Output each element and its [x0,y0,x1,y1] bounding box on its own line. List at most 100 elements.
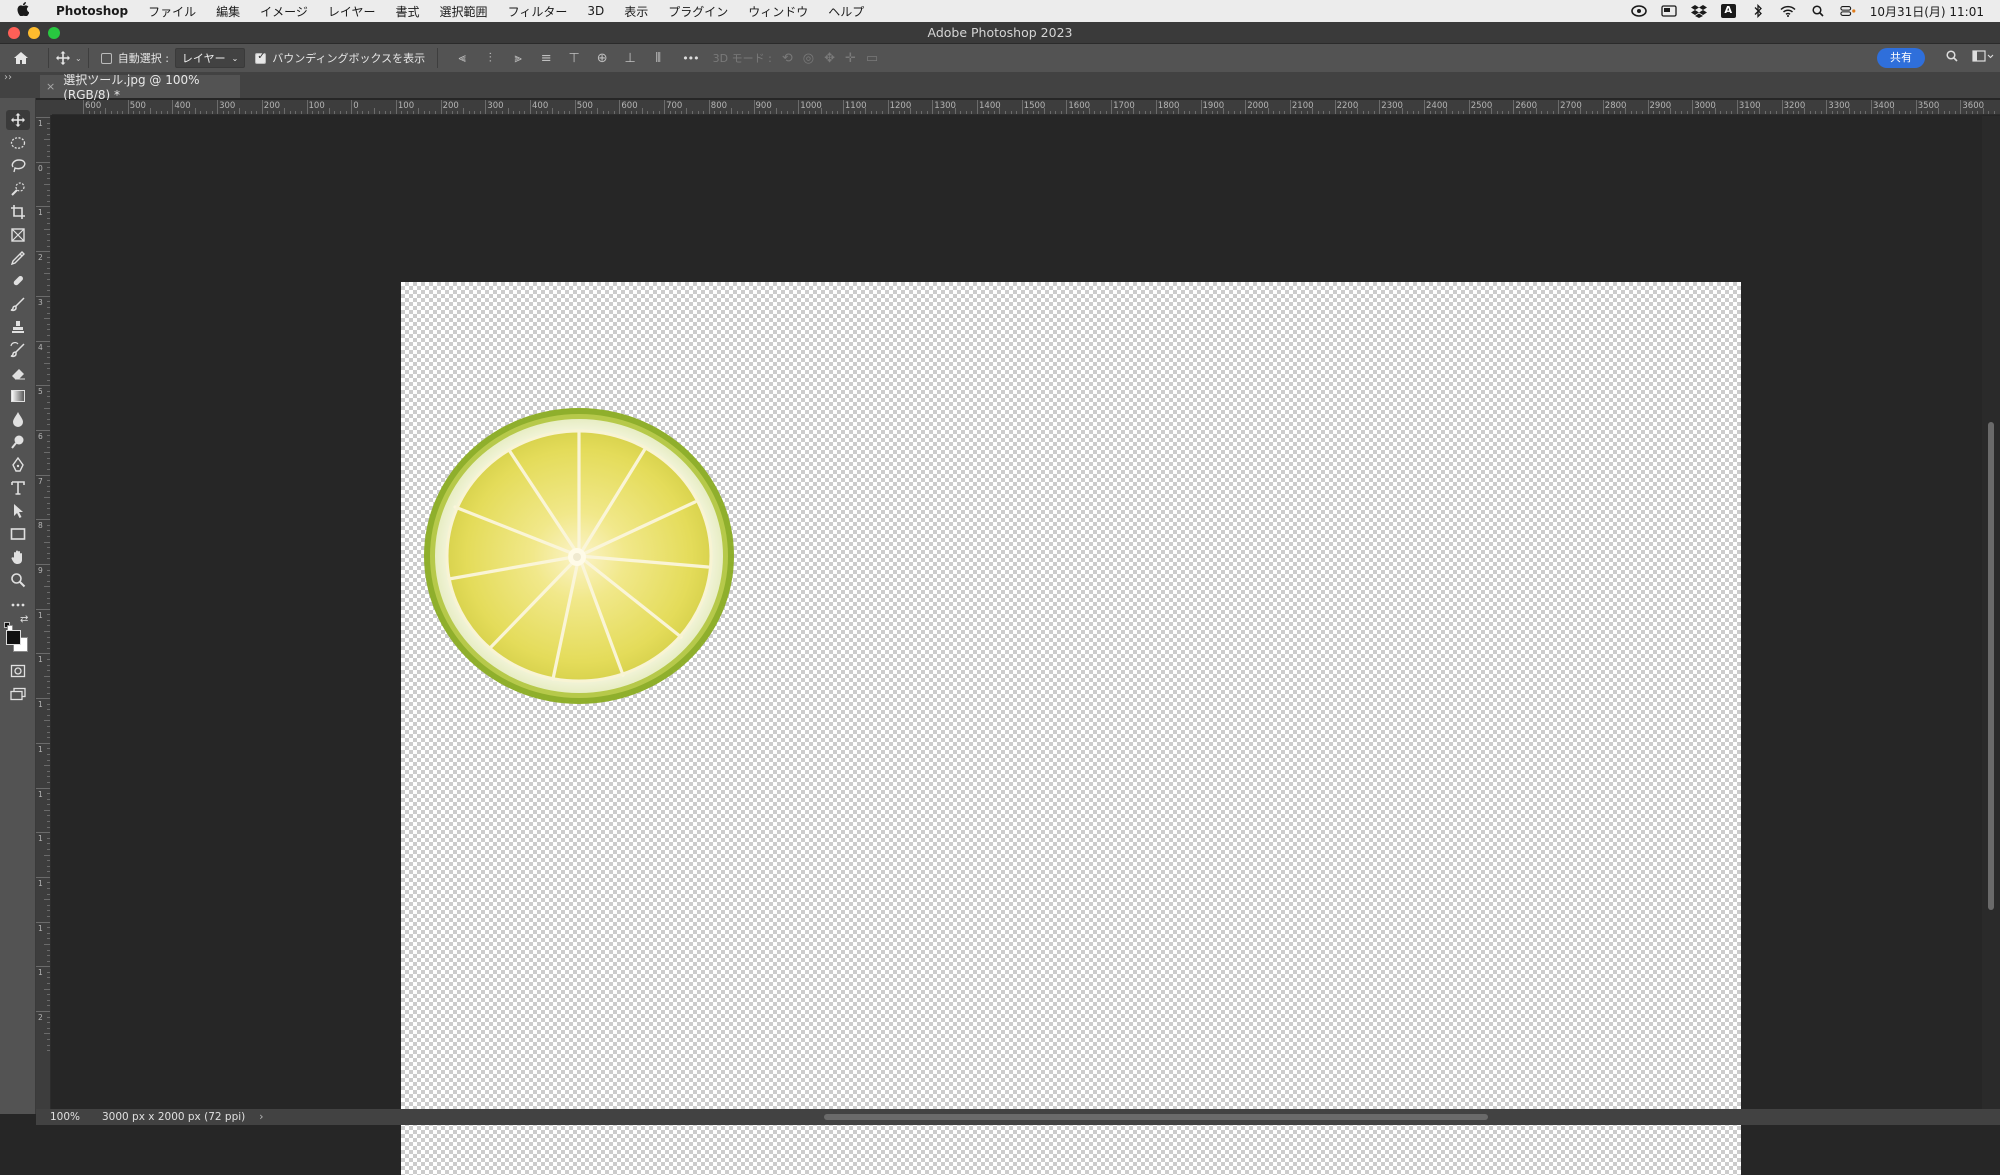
more-options-button[interactable]: ••• [682,52,698,65]
default-colors-icon[interactable] [4,616,13,625]
vertical-scroll-thumb[interactable] [1988,422,1994,910]
ruler-minor-tick [47,972,50,973]
search-icon[interactable] [1946,50,1958,66]
3d-camera-icon[interactable]: ▭ [866,51,878,66]
creative-cloud-icon[interactable] [1631,4,1647,18]
elliptical-marquee-icon[interactable] [6,133,30,153]
status-menu-arrow[interactable]: › [259,1111,263,1123]
3d-orbit-icon[interactable]: ⟲ [782,51,793,66]
crop-tool-icon[interactable] [6,202,30,222]
blur-tool-icon[interactable] [6,409,30,429]
rectangle-tool-icon[interactable] [6,524,30,544]
auto-select-checkbox[interactable] [101,53,112,64]
menu-filter[interactable]: フィルター [498,3,578,20]
move-tool-icon[interactable] [6,110,30,130]
edit-toolbar-icon[interactable] [6,595,30,615]
document-tab[interactable]: × 選択ツール.jpg @ 100% (RGB/8) * [40,75,240,98]
menu-type[interactable]: 書式 [386,3,430,20]
menu-select[interactable]: 選択範囲 [430,3,498,20]
distribute-horizontal-icon[interactable]: ⦀ [650,51,666,66]
menu-window[interactable]: ウィンドウ [738,3,818,20]
panel-collapse-toggle[interactable]: ›› [0,72,40,98]
history-brush-icon[interactable] [6,340,30,360]
window-close-button[interactable] [8,27,20,39]
align-left-edges-icon[interactable]: ⫷ [454,51,470,66]
ruler-minor-tick [47,776,50,777]
menu-edit[interactable]: 編集 [206,3,250,20]
eyedropper-icon[interactable] [6,248,30,268]
path-selection-icon[interactable] [6,501,30,521]
align-vertical-centers-icon[interactable]: ⊕ [594,51,610,66]
menu-help[interactable]: ヘルプ [818,3,874,20]
3d-roll-icon[interactable]: ◎ [803,51,814,66]
move-tool-preset-picker[interactable]: ⌄ [55,50,82,66]
hand-tool-icon[interactable] [6,547,30,567]
align-top-edges-icon[interactable]: ⊤ [566,51,582,66]
quick-selection-icon[interactable] [6,179,30,199]
foreground-color-swatch[interactable] [6,630,21,645]
ruler-minor-tick [1078,111,1079,114]
menubar-clock[interactable]: 10月31日(月) 11:01 [1870,3,1984,20]
menu-3d[interactable]: 3D [577,4,614,18]
3d-pan-icon[interactable]: ✥ [824,51,835,66]
menu-plugins[interactable]: プラグイン [658,3,738,20]
ruler-origin[interactable] [36,100,52,115]
show-bounding-box-label: バウンディングボックスを表示 [272,50,425,66]
screen-mode-icon[interactable] [6,684,30,704]
horizontal-scroll-thumb[interactable] [824,1114,1488,1120]
document-canvas[interactable] [401,282,1741,1175]
zoom-tool-icon[interactable] [6,570,30,590]
pen-tool-icon[interactable] [6,455,30,475]
apple-icon[interactable] [0,2,46,20]
spotlight-search-icon[interactable] [1810,4,1826,18]
swap-colors-icon[interactable]: ⇄ [20,615,30,625]
menu-image[interactable]: イメージ [250,3,318,20]
eraser-tool-icon[interactable] [6,363,30,383]
align-bottom-edges-icon[interactable]: ⊥ [622,51,638,66]
frame-tool-icon[interactable] [6,225,30,245]
lasso-tool-icon[interactable] [6,156,30,176]
input-method-icon[interactable]: A [1721,4,1736,18]
canvas-workspace[interactable] [52,116,1982,1109]
dropbox-icon[interactable] [1691,4,1707,18]
dodge-tool-icon[interactable] [6,432,30,452]
auto-select-target-dropdown[interactable]: レイヤー ⌄ [175,48,245,68]
type-tool-icon[interactable] [6,478,30,498]
control-center-icon[interactable] [1840,4,1856,18]
menu-app-photoshop[interactable]: Photoshop [46,4,138,18]
align-horizontal-centers-icon[interactable]: ⫶ [482,51,498,66]
healing-brush-icon[interactable] [6,271,30,291]
ruler-minor-tick [1748,111,1749,114]
tab-close-icon[interactable]: × [46,80,55,93]
ruler-minor-tick [1011,111,1012,114]
window-minimize-button[interactable] [28,27,40,39]
menu-view[interactable]: 表示 [614,3,658,20]
display-icon[interactable] [1661,4,1677,18]
menu-layer[interactable]: レイヤー [318,3,386,20]
clone-stamp-icon[interactable] [6,317,30,337]
vertical-scrollbar[interactable] [1982,116,2000,1109]
ruler-tick [709,100,710,115]
ruler-tick [485,100,486,115]
distribute-vertical-icon[interactable]: ≡ [538,51,554,66]
show-bounding-box-checkbox[interactable] [255,53,266,64]
workspace-switcher-icon[interactable] [1972,50,1994,66]
ruler-minor-tick [703,111,704,114]
3d-slide-icon[interactable]: ✛ [845,51,856,66]
align-right-edges-icon[interactable]: ⫸ [510,51,526,66]
window-zoom-button[interactable] [48,27,60,39]
ruler-minor-tick [1854,111,1855,114]
wifi-icon[interactable] [1780,4,1796,18]
vertical-ruler[interactable]: 101234567891111111112 [36,115,51,1109]
ruler-minor-tick [150,108,151,114]
share-button[interactable]: 共有 [1877,48,1925,68]
menu-file[interactable]: ファイル [138,3,206,20]
gradient-tool-icon[interactable] [6,386,30,406]
zoom-level-field[interactable]: 100% [36,1111,86,1123]
ruler-minor-tick [1759,108,1760,114]
bluetooth-icon[interactable] [1750,4,1766,18]
quick-mask-icon[interactable] [6,661,30,681]
home-button[interactable] [0,51,42,65]
brush-tool-icon[interactable] [6,294,30,314]
horizontal-ruler[interactable]: 6005004003002001000100200300400500600700… [52,100,2000,115]
